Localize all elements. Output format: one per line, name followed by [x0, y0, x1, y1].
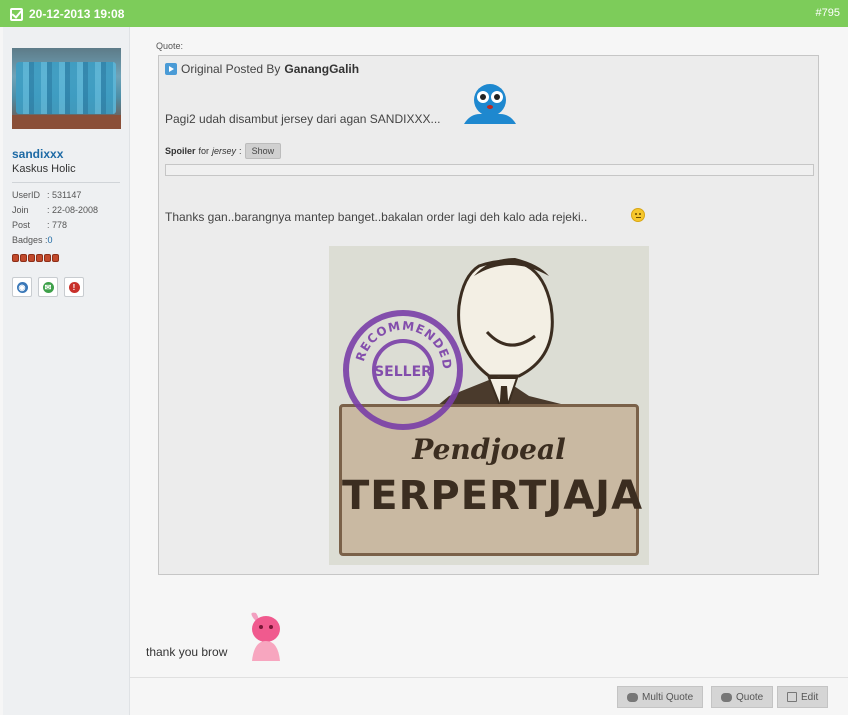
stat-post-value: : 778	[47, 220, 68, 230]
stat-badges-value[interactable]: 0	[48, 233, 53, 248]
blue-monster-emoticon-icon	[464, 84, 516, 124]
divider	[12, 182, 120, 183]
spoiler-row: Spoiler for jersey: Show	[165, 143, 282, 159]
spoiler-topic: jersey	[212, 146, 237, 156]
checkbox-icon[interactable]	[10, 7, 23, 21]
post-date: 20-12-2013 19:08	[10, 7, 124, 21]
quote-box: Original Posted By GanangGalih Pagi2 uda…	[158, 55, 819, 575]
reputation-dot	[44, 254, 51, 262]
poster-text-2: TERPERTJAJA	[342, 473, 644, 519]
stat-post-key: Post	[12, 220, 31, 230]
report-button[interactable]: !	[64, 277, 84, 297]
post-footer: Multi Quote Quote Edit	[130, 677, 848, 715]
quote-header: Original Posted By GanangGalih	[165, 62, 359, 76]
stat-userid-value: : 531147	[47, 190, 82, 200]
message-icon: ✉	[42, 281, 54, 293]
user-stats: UserID : 531147 Join : 22-08-2008 Post : 77…	[12, 188, 98, 248]
view-post-icon[interactable]	[165, 63, 177, 75]
report-icon: !	[68, 281, 80, 293]
reputation-dot	[12, 254, 19, 262]
reputation-dot	[52, 254, 59, 262]
comment-icon	[721, 692, 732, 702]
speech-bubble-icon	[627, 692, 638, 702]
quote-line-2: Thanks gan..barangnya mantep banget..bak…	[165, 210, 588, 224]
avatar[interactable]	[12, 48, 121, 129]
stat-join-key: Join	[12, 205, 29, 215]
profile-button[interactable]: ◉	[12, 277, 32, 297]
spoiler-content	[165, 164, 814, 176]
user-title: Kaskus Holic	[12, 163, 76, 175]
seller-poster-image: Pendjoeal TERPERTJAJA RECOMMENDED SELLER	[329, 246, 649, 565]
pink-monster-emoticon-icon	[251, 612, 280, 661]
post-number-link[interactable]: #795	[816, 7, 840, 19]
quote-label: Quote:	[156, 41, 184, 51]
spoiler-for: for	[198, 146, 210, 156]
quote-header-prefix: Original Posted By	[181, 62, 281, 76]
stamp-center-text: SELLER	[374, 364, 432, 380]
quote-line-1: Pagi2 udah disambut jersey dari agan SAN…	[165, 112, 441, 126]
multi-quote-label: Multi Quote	[642, 691, 694, 703]
spoiler-label: Spoiler	[165, 146, 196, 156]
user-sidebar: sandixxx Kaskus Holic UserID : 531147 Joi…	[3, 27, 130, 715]
stamp-top-text: RECOMMENDED	[353, 319, 453, 371]
message-button[interactable]: ✉	[38, 277, 58, 297]
quote-button[interactable]: Quote	[711, 686, 774, 708]
reputation-dot	[28, 254, 35, 262]
edit-icon	[787, 692, 797, 702]
poster-text-1: Pendjoeal	[412, 433, 566, 466]
stat-badges-key: Badges :	[12, 235, 48, 245]
reputation-dot	[36, 254, 43, 262]
spoiler-show-button[interactable]: Show	[244, 143, 282, 159]
post-content: Quote: Original Posted By GanangGalih Pa…	[130, 27, 848, 677]
reputation-bar	[12, 254, 59, 262]
quote-button-label: Quote	[736, 691, 764, 703]
recommended-seller-stamp: RECOMMENDED SELLER	[343, 310, 463, 430]
svg-text:RECOMMENDED: RECOMMENDED	[353, 319, 454, 371]
quote-author: GanangGalih	[284, 62, 360, 76]
profile-icon: ◉	[16, 281, 28, 293]
edit-button-label: Edit	[801, 691, 819, 703]
post-header: 20-12-2013 19:08 #795	[0, 0, 848, 27]
post-date-text: 20-12-2013 19:08	[29, 7, 125, 21]
username-link[interactable]: sandixxx	[12, 147, 63, 161]
multi-quote-button[interactable]: Multi Quote	[617, 686, 704, 708]
reputation-dot	[20, 254, 27, 262]
smiley-emoticon-icon	[631, 208, 645, 222]
post-message: thank you brow	[146, 645, 228, 659]
stat-join-value: : 22-08-2008	[47, 205, 99, 215]
stamp-text: RECOMMENDED SELLER	[353, 319, 454, 380]
user-actions: ◉ ✉ !	[12, 277, 84, 297]
stat-userid-key: UserID	[12, 190, 41, 200]
edit-button[interactable]: Edit	[777, 686, 829, 708]
